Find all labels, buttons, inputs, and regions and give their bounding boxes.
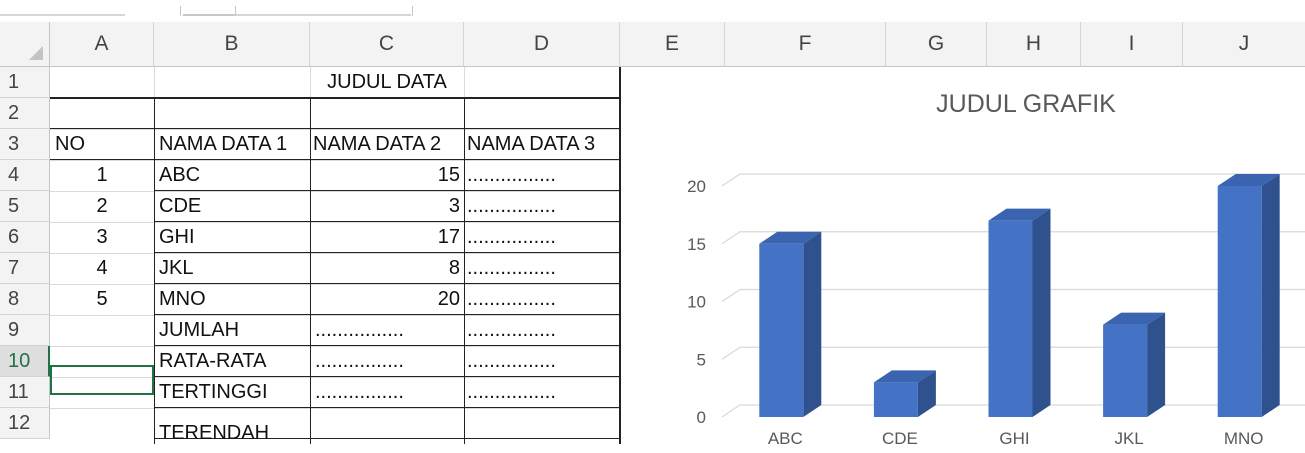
summary-label-terendah[interactable]: TERENDAH — [159, 422, 310, 453]
gridline — [50, 408, 620, 409]
column-header-c[interactable]: C — [310, 22, 464, 67]
cell-name[interactable]: JKL — [159, 253, 310, 284]
x-tick-label: CDE — [882, 429, 918, 444]
cell-placeholder[interactable]: ................ — [467, 222, 620, 253]
x-tick-label: MNO — [1224, 429, 1264, 444]
ribbon-divider — [180, 6, 181, 16]
header-nama-data-3[interactable]: NAMA DATA 3 — [467, 129, 620, 160]
y-tick-label: 10 — [687, 293, 706, 312]
bar — [988, 220, 1033, 417]
bar-side — [1261, 174, 1280, 417]
cell-name[interactable]: MNO — [159, 284, 310, 315]
column-header-j[interactable]: J — [1183, 22, 1305, 67]
row-header-4[interactable]: 4 — [0, 160, 50, 191]
y-tick-label: 0 — [697, 408, 706, 427]
row-header-2[interactable]: 2 — [0, 98, 50, 129]
cell-value[interactable]: 17 — [310, 222, 460, 253]
gridline — [721, 173, 1305, 187]
cell-placeholder[interactable]: ................ — [467, 253, 620, 284]
x-tick-label: GHI — [999, 429, 1029, 444]
cell-no[interactable]: 1 — [50, 160, 154, 191]
bar — [759, 243, 804, 417]
row-header-5[interactable]: 5 — [0, 191, 50, 222]
bar — [873, 382, 918, 417]
y-tick-label: 15 — [687, 235, 706, 254]
cell-name[interactable]: ABC — [159, 160, 310, 191]
cell-placeholder[interactable]: ................ — [467, 284, 620, 315]
row-header-8[interactable]: 8 — [0, 284, 50, 315]
summary-label-tertinggi[interactable]: TERTINGGI — [159, 377, 310, 408]
cell-value[interactable]: 8 — [310, 253, 460, 284]
summary-cell[interactable]: ................ — [315, 377, 464, 408]
table-border — [154, 98, 155, 444]
header-no[interactable]: NO — [55, 129, 154, 160]
cell-value[interactable]: 15 — [310, 160, 460, 191]
summary-cell[interactable]: ................ — [315, 346, 464, 377]
row-header-10[interactable]: 10 — [0, 346, 50, 377]
table-border — [464, 98, 465, 444]
bar-side — [803, 231, 822, 417]
cell-no[interactable]: 5 — [50, 284, 154, 315]
column-header-i[interactable]: I — [1081, 22, 1183, 67]
ribbon-divider — [412, 6, 413, 16]
column-header-a[interactable]: A — [50, 22, 154, 67]
column-header-d[interactable]: D — [464, 22, 620, 67]
summary-cell[interactable]: ................ — [467, 377, 620, 408]
bar — [1217, 186, 1262, 417]
column-header-e[interactable]: E — [620, 22, 725, 67]
ribbon-strip — [0, 0, 1305, 23]
summary-label-rata-rata[interactable]: RATA-RATA — [159, 346, 310, 377]
cell-no[interactable]: 4 — [50, 253, 154, 284]
tab-underline — [0, 14, 125, 16]
bar-side — [1032, 208, 1051, 417]
y-tick-label: 20 — [687, 177, 706, 196]
bar-chart-svg: JUDUL GRAFIK 0 5 10 15 20 ABC CDE GHI JKL MNO — [687, 90, 1305, 448]
row-header-11[interactable]: 11 — [0, 377, 50, 408]
summary-cell[interactable]: ................ — [467, 315, 620, 346]
cell-placeholder[interactable]: ................ — [467, 191, 620, 222]
cell-no[interactable]: 2 — [50, 191, 154, 222]
row-header-3[interactable]: 3 — [0, 129, 50, 160]
row-header-9[interactable]: 9 — [0, 315, 50, 346]
column-header-f[interactable]: F — [725, 22, 886, 67]
chart-title: JUDUL GRAFIK — [936, 90, 1116, 118]
bar-side — [1147, 312, 1166, 417]
select-all-icon — [29, 46, 43, 60]
column-header-b[interactable]: B — [154, 22, 310, 67]
summary-label-jumlah[interactable]: JUMLAH — [159, 315, 310, 346]
column-header-h[interactable]: H — [987, 22, 1081, 67]
row-header-1[interactable]: 1 — [0, 67, 50, 98]
cell-placeholder[interactable]: ................ — [467, 160, 620, 191]
header-nama-data-2[interactable]: NAMA DATA 2 — [313, 129, 464, 160]
row-header-12[interactable]: 12 — [0, 408, 50, 439]
cell-no[interactable]: 3 — [50, 222, 154, 253]
active-tab-marker[interactable] — [183, 14, 235, 16]
summary-cell[interactable]: ................ — [315, 315, 464, 346]
cell-value[interactable]: 20 — [310, 284, 460, 315]
active-cell-a10[interactable] — [50, 365, 154, 395]
bar — [1103, 324, 1148, 417]
x-tick-label: JKL — [1114, 429, 1143, 444]
header-nama-data-1[interactable]: NAMA DATA 1 — [159, 129, 310, 160]
summary-cell[interactable]: ................ — [467, 346, 620, 377]
column-header-g[interactable]: G — [886, 22, 987, 67]
x-tick-label: ABC — [768, 429, 803, 444]
cell-name[interactable]: CDE — [159, 191, 310, 222]
row-header-6[interactable]: 6 — [0, 222, 50, 253]
cell-name[interactable]: GHI — [159, 222, 310, 253]
tab-underline — [236, 14, 411, 16]
select-all-corner[interactable] — [0, 22, 50, 67]
y-tick-label: 5 — [697, 350, 706, 369]
table-title[interactable]: JUDUL DATA — [154, 67, 620, 98]
cell-value[interactable]: 3 — [310, 191, 460, 222]
row-header-7[interactable]: 7 — [0, 253, 50, 284]
chart-object[interactable]: JUDUL GRAFIK 0 5 10 15 20 ABC CDE GHI JKL MNO — [666, 68, 1305, 448]
